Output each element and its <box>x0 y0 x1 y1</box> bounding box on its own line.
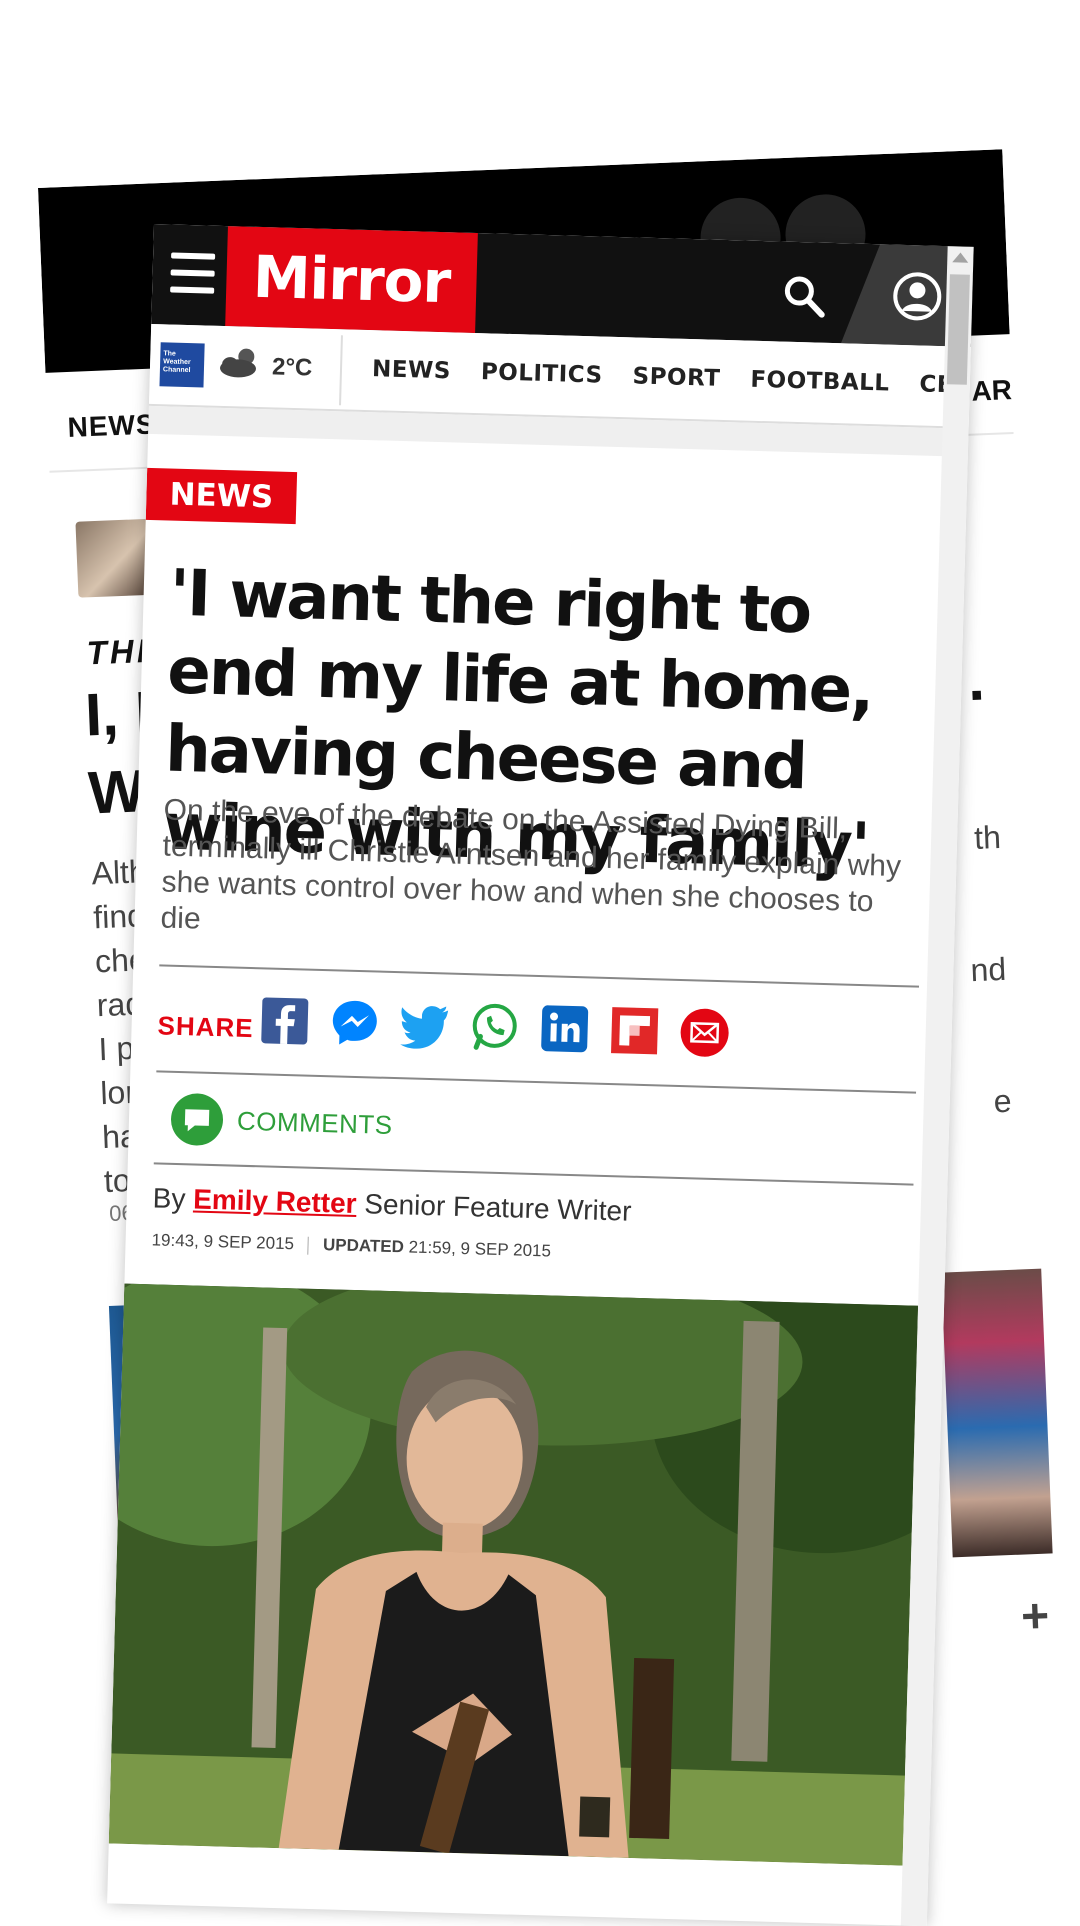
messenger-icon[interactable] <box>327 995 382 1050</box>
mirror-article-screenshot: Mirror The Weather Channel 2°C NEWS POLI… <box>107 224 974 1926</box>
account-icon[interactable] <box>892 271 943 322</box>
nav-link-politics[interactable]: POLITICS <box>481 359 603 388</box>
subnav-divider <box>339 335 343 406</box>
logo-text: Mirror <box>251 242 452 317</box>
email-icon[interactable] <box>677 1005 732 1060</box>
menu-icon[interactable] <box>170 252 216 294</box>
nav-link-news[interactable]: NEWS <box>372 356 452 384</box>
published-time: 19:43, 9 SEP 2015 <box>151 1230 295 1254</box>
background-standfirst-right: nd <box>969 950 1007 989</box>
temperature: 2°C <box>271 353 313 382</box>
share-icons <box>257 993 732 1060</box>
mirror-logo[interactable]: Mirror <box>225 226 478 334</box>
comments-label: COMMENTS <box>236 1105 394 1140</box>
twitter-icon[interactable] <box>397 997 452 1052</box>
background-nav-news[interactable]: NEWS <box>67 408 156 444</box>
article-standfirst: On the eve of the debate on the Assisted… <box>160 793 902 936</box>
share-bar: SHARE <box>157 990 919 1081</box>
weather-cloud-icon <box>220 348 256 378</box>
nav-link-football[interactable]: FOOTBALL <box>750 367 890 397</box>
background-standfirst-right: th <box>973 818 1002 856</box>
section-links: NEWS POLITICS SPORT FOOTBALL CELEB <box>372 356 974 400</box>
search-icon[interactable] <box>782 274 827 319</box>
background-author-avatar <box>75 518 155 598</box>
background-nav-fragment[interactable]: AR <box>971 374 1013 408</box>
whatsapp-icon[interactable] <box>467 999 522 1054</box>
author-link[interactable]: Emily Retter <box>193 1183 357 1219</box>
hero-image <box>108 1283 919 1866</box>
updated-time: 21:59, 9 SEP 2015 <box>408 1237 552 1261</box>
updated-label: UPDATED <box>322 1235 405 1257</box>
facebook-icon[interactable] <box>257 993 312 1048</box>
byline-prefix: By <box>152 1182 186 1215</box>
scrollbar-thumb[interactable] <box>946 274 970 385</box>
date-separator <box>307 1236 310 1255</box>
background-standfirst-right: e <box>992 1082 1013 1120</box>
background-plus-icon[interactable]: + <box>1020 1589 1050 1645</box>
byline: By Emily Retter Senior Feature Writer <box>152 1182 632 1227</box>
background-headline-dot: . <box>966 645 986 714</box>
divider <box>153 1162 914 1186</box>
scroll-up-arrow-icon[interactable] <box>952 252 969 263</box>
author-role: Senior Feature Writer <box>363 1188 632 1227</box>
linkedin-icon[interactable] <box>537 1001 592 1056</box>
weather-channel-logo[interactable]: The Weather Channel <box>159 342 205 388</box>
flipboard-icon[interactable] <box>607 1003 662 1058</box>
comment-bubble-icon <box>171 1093 224 1146</box>
article-dates: 19:43, 9 SEP 2015 UPDATED 21:59, 9 SEP 20… <box>151 1230 551 1261</box>
nav-link-sport[interactable]: SPORT <box>632 363 721 391</box>
background-protest-image-right <box>941 1268 1053 1558</box>
hero-photo <box>108 1283 919 1866</box>
share-label: SHARE <box>157 1010 255 1044</box>
divider <box>159 964 920 988</box>
section-tag[interactable]: NEWS <box>145 467 298 525</box>
comments-link[interactable]: COMMENTS <box>168 1089 393 1155</box>
